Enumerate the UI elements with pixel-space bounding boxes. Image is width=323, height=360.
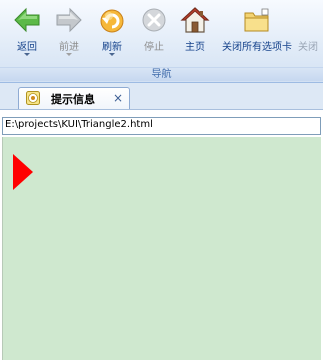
close-label: 关闭 bbox=[298, 42, 318, 53]
info-badge-icon bbox=[26, 91, 40, 105]
back-label: 返回 bbox=[17, 42, 37, 53]
navigation-group: 返回 前进 刷新 停止 主页 关闭所有选项卡 关闭 导航 bbox=[0, 0, 323, 82]
forward-button[interactable]: 前进 bbox=[50, 2, 88, 64]
refresh-icon bbox=[97, 5, 127, 35]
stop-icon bbox=[139, 5, 169, 35]
stop-button[interactable]: 停止 bbox=[136, 2, 172, 64]
folder-close-tabs-icon bbox=[242, 5, 272, 35]
refresh-label: 刷新 bbox=[102, 42, 122, 53]
home-button[interactable]: 主页 bbox=[176, 2, 214, 64]
content-area: E:\projects\KUI\Triangle2.html bbox=[0, 109, 323, 360]
close-all-tabs-button[interactable]: 关闭所有选项卡 bbox=[216, 2, 298, 64]
chevron-down-icon[interactable] bbox=[109, 53, 115, 56]
home-icon bbox=[180, 5, 210, 35]
stop-label: 停止 bbox=[144, 42, 164, 53]
web-page-view[interactable] bbox=[2, 137, 321, 360]
chevron-down-icon[interactable] bbox=[66, 53, 72, 56]
red-triangle bbox=[13, 154, 33, 190]
close-icon[interactable]: × bbox=[112, 91, 124, 105]
tab-strip: 提示信息 × bbox=[0, 83, 323, 109]
address-text: E:\projects\KUI\Triangle2.html bbox=[5, 119, 153, 130]
refresh-button[interactable]: 刷新 bbox=[92, 2, 132, 64]
home-label: 主页 bbox=[185, 42, 205, 53]
tab-label: 提示信息 bbox=[51, 93, 95, 106]
group-label-navigation: 导航 bbox=[0, 67, 323, 81]
chevron-down-icon[interactable] bbox=[24, 53, 30, 56]
close-all-tabs-label: 关闭所有选项卡 bbox=[222, 42, 292, 53]
close-button[interactable]: 关闭 bbox=[298, 2, 323, 64]
address-bar[interactable]: E:\projects\KUI\Triangle2.html bbox=[2, 117, 321, 135]
tab-info[interactable]: 提示信息 × bbox=[18, 87, 130, 109]
forward-label: 前进 bbox=[59, 42, 79, 53]
forward-arrow-icon bbox=[54, 5, 84, 35]
ribbon: 返回 前进 刷新 停止 主页 关闭所有选项卡 关闭 导航 bbox=[0, 0, 323, 83]
back-arrow-icon bbox=[12, 5, 42, 35]
back-button[interactable]: 返回 bbox=[8, 2, 46, 64]
